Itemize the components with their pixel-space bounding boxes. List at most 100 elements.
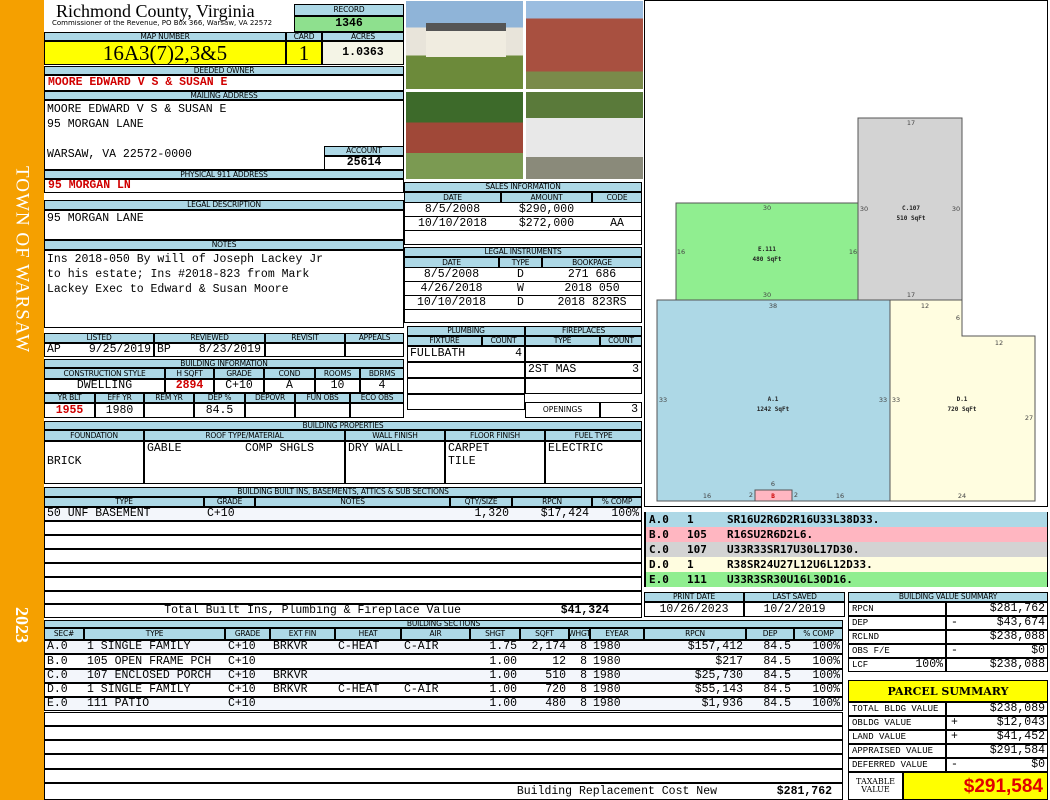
plumbing-label: PLUMBING [407, 326, 525, 336]
openings-count: 3 [600, 402, 642, 418]
section-header: EYEAR [590, 628, 644, 640]
section-header: EXT FIN [270, 628, 335, 640]
section-cell [401, 697, 470, 711]
building-info-value: C+10 [214, 379, 264, 393]
review-header: APPEALS [345, 333, 404, 343]
building-info-value [245, 403, 295, 418]
taxable-value: $291,584 [903, 772, 1048, 800]
section-cell: C+10 [228, 683, 256, 697]
parcel-row-label: TOTAL BLDG VALUE [848, 702, 946, 716]
instrument-header: BOOKPAGE [542, 257, 642, 268]
sidebar [0, 0, 44, 800]
section-cell: C+10 [228, 640, 256, 654]
review-header: REVISIT [265, 333, 345, 343]
building-info-value [295, 403, 350, 418]
section-cell: 1 SINGLE FAMILY [87, 683, 191, 697]
section-cell: 84.5 [763, 654, 791, 668]
section-row [44, 740, 843, 755]
code-section: D.0 [649, 558, 669, 571]
section-row [44, 768, 843, 783]
sketch-frame [644, 0, 1048, 507]
fireplace-header: TYPE [525, 336, 600, 346]
section-header: AIR [401, 628, 470, 640]
building-info-header: EFF YR [95, 393, 144, 403]
code-path: U33R3SR30U16L30D16. [727, 573, 853, 586]
print-date: 10/26/2023 [644, 602, 744, 617]
built-ins-cell: 100% [611, 507, 639, 521]
sales-header: CODE [592, 192, 642, 203]
deeded-owner-label: DEEDED OWNER [44, 66, 404, 75]
parcel-row-value: $238,089 [989, 702, 1045, 716]
section-header: SEC# [44, 628, 84, 640]
instrument-cell: 8/5/2008 [404, 268, 499, 282]
section-cell [335, 654, 401, 668]
parcel-summary-title: PARCEL SUMMARY [848, 680, 1048, 702]
built-ins-row [44, 521, 642, 535]
section-cell: 1980 [593, 640, 621, 654]
instrument-cell: D [499, 296, 542, 310]
code-number: 107 [687, 543, 707, 556]
built-ins-header: QTY/SIZE [450, 497, 512, 507]
code-number: 1 [687, 558, 694, 571]
section-row [44, 725, 843, 741]
property-photo-garage [525, 91, 644, 180]
section-cell: 1980 [593, 683, 621, 697]
mailing-line: WARSAW, VA 22572-0000 [47, 147, 192, 161]
building-info-value: DWELLING [44, 379, 165, 393]
section-cell: 8 [580, 640, 587, 654]
built-ins-row [44, 535, 642, 549]
section-cell [270, 654, 335, 668]
building-info-value: 84.5 [194, 403, 245, 418]
mailing-line: MOORE EDWARD V S & SUSAN E [47, 102, 227, 116]
notes-line: Lackey Exec to Edward & Susan Moore [47, 282, 289, 296]
lcf-percent: 100% [915, 658, 943, 672]
built-ins-total-label: Total Built Ins, Plumbing & Fireplace Va… [164, 603, 461, 617]
section-cell: 1.00 [489, 654, 517, 668]
legal-description-label: LEGAL DESCRIPTION [44, 200, 404, 210]
section-cell: 84.5 [763, 640, 791, 654]
card-number: 1 [286, 41, 322, 65]
section-cell: $25,730 [694, 668, 743, 682]
roof-type: GABLE [147, 442, 182, 456]
property-header: WALL FINISH [345, 430, 445, 441]
instrument-cell: 10/10/2018 [404, 296, 499, 310]
built-ins-row [44, 577, 642, 591]
built-ins-cell [255, 507, 450, 521]
section-cell: D.0 [47, 683, 68, 697]
notes-label: NOTES [44, 240, 404, 250]
section-cell: C-AIR [404, 683, 439, 697]
review-header: LISTED [44, 333, 154, 343]
acres-value: 1.0363 [322, 41, 404, 65]
plumbing-row [407, 394, 525, 410]
fireplace-type: 2ST MAS [528, 363, 577, 377]
section-header: SQFT [520, 628, 569, 640]
section-cell: 1980 [593, 668, 621, 682]
property-header: FOUNDATION [44, 430, 144, 441]
section-cell: 84.5 [763, 683, 791, 697]
section-cell: 100% [812, 654, 840, 668]
section-cell: C-AIR [404, 640, 439, 654]
section-cell: 720 [545, 683, 566, 697]
fireplace-header: COUNT [600, 336, 642, 346]
section-cell: 1 SINGLE FAMILY [87, 640, 191, 654]
map-number-label: MAP NUMBER [44, 32, 286, 41]
instrument-header: DATE [404, 257, 499, 268]
reviewed-date: 8/23/2019 [198, 343, 261, 357]
section-cell [335, 697, 401, 711]
last-saved-label: LAST SAVED [744, 592, 845, 602]
parcel-row-label: APPRAISED VALUE [848, 744, 946, 758]
section-cell: C+10 [228, 668, 256, 682]
building-info-value: A [264, 379, 315, 393]
built-ins-row [44, 549, 642, 563]
instrument-cell: 271 686 [542, 268, 642, 282]
deeded-owner: MOORE EDWARD V S & SUSAN E [44, 75, 404, 91]
section-header: RPCN [644, 628, 746, 640]
parcel-row-label: LAND VALUE [848, 730, 946, 744]
property-header: FLOOR FINISH [445, 430, 545, 441]
plumbing-row [407, 378, 525, 394]
mailing-address-label: MAILING ADDRESS [44, 91, 404, 100]
building-info-value: 2894 [165, 379, 214, 393]
built-ins-total: $41,324 [560, 603, 609, 617]
section-cell: 111 PATIO [87, 697, 150, 711]
value-summary-value: $238,088 [989, 630, 1045, 644]
